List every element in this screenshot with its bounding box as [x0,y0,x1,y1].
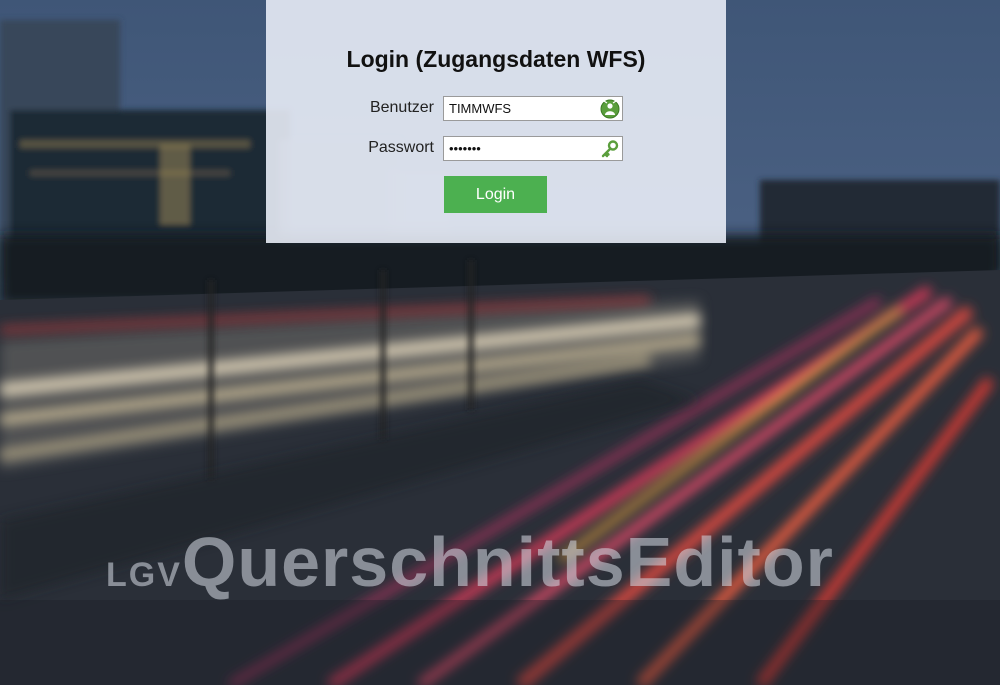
password-field-wrapper [443,136,623,161]
username-input[interactable] [444,97,594,120]
key-icon [600,139,620,159]
app-branding: LGVQuerschnittsEditor [106,522,834,602]
username-field-wrapper [443,96,623,121]
login-title: Login (Zugangsdaten WFS) [346,46,646,72]
password-input[interactable] [444,137,594,160]
login-panel: Login (Zugangsdaten WFS) Benutzer Passwo… [266,0,726,243]
password-label: Passwort [368,139,434,156]
login-button[interactable]: Login [444,176,547,213]
brand-name: QuerschnittsEditor [181,523,834,601]
person-badge-icon [600,99,620,119]
brand-prefix: LGV [106,556,182,594]
username-label: Benutzer [369,99,434,116]
login-screen: Login (Zugangsdaten WFS) Benutzer Passwo… [0,0,1000,685]
